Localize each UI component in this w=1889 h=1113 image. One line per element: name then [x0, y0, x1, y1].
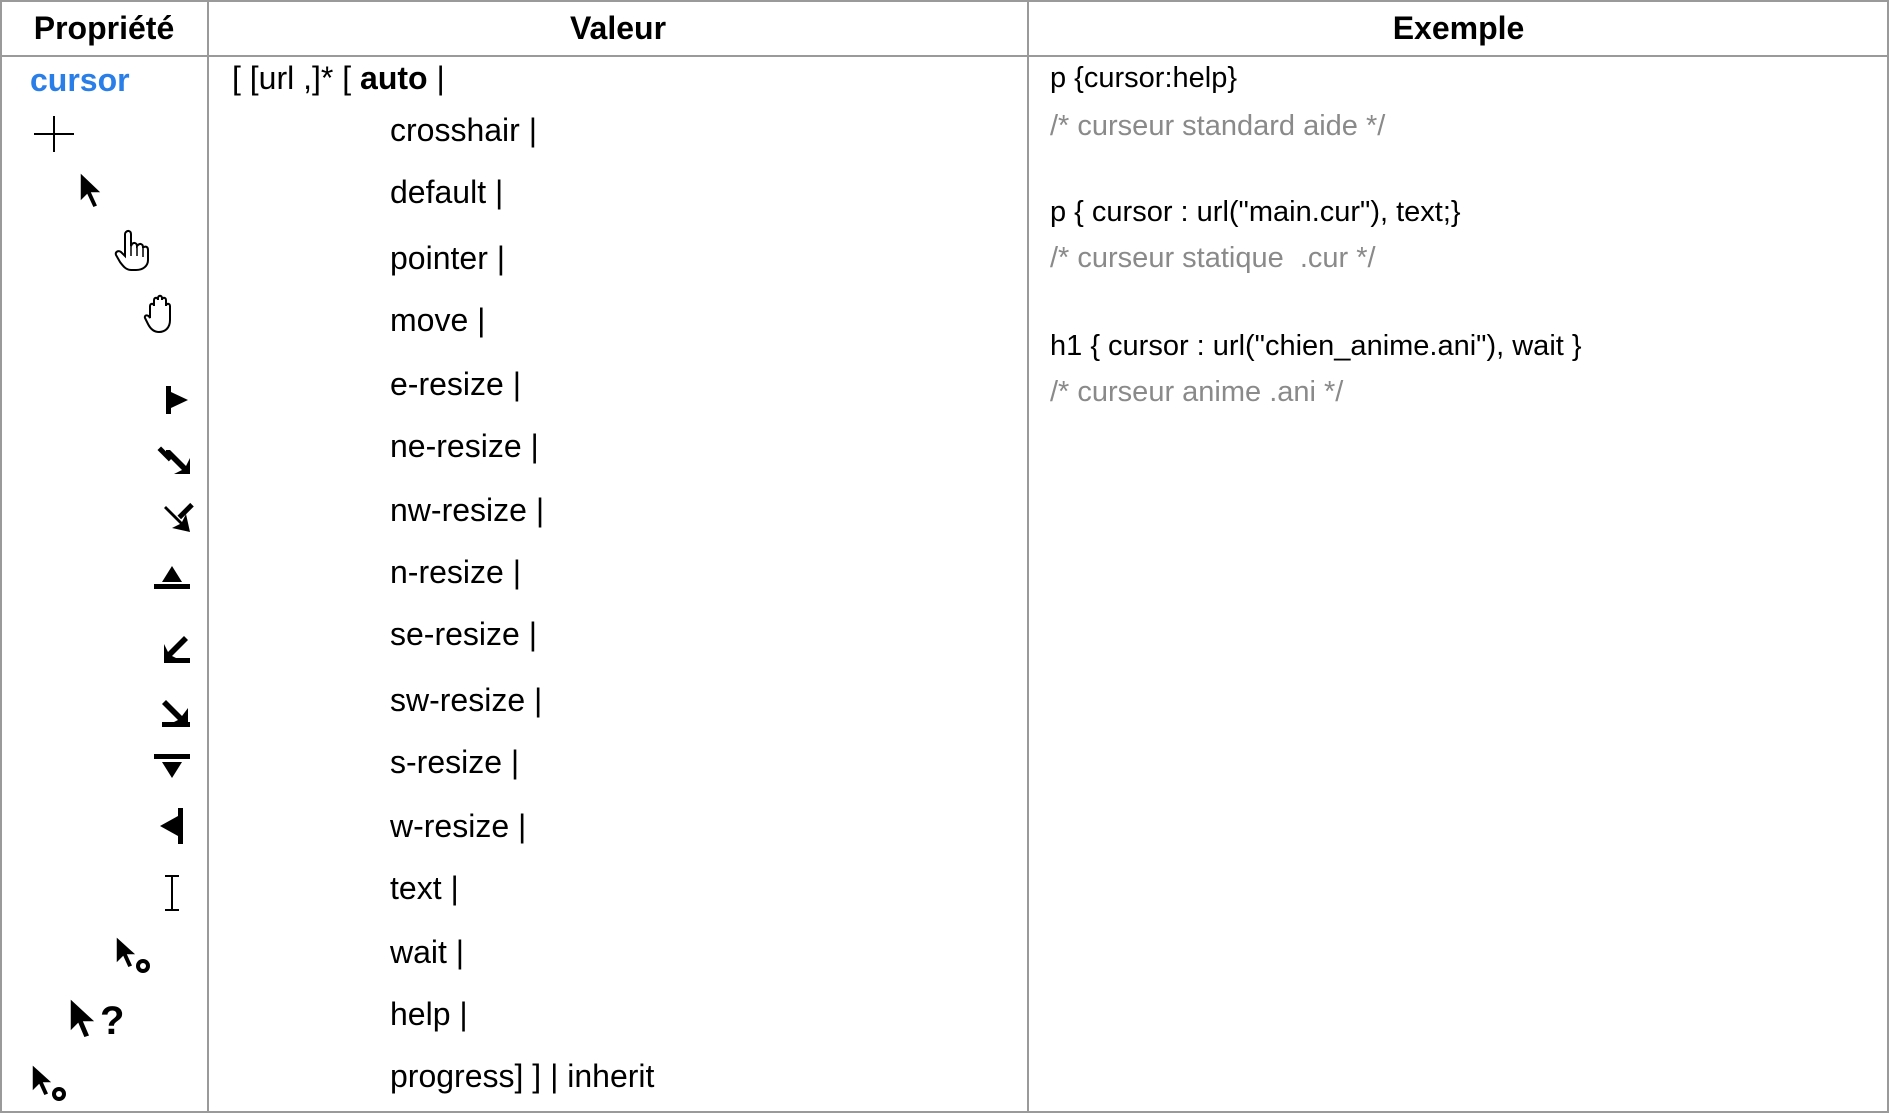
value-item: crosshair | — [390, 112, 538, 148]
value-item: pointer | — [390, 240, 506, 276]
pointer-hand-icon — [110, 228, 154, 272]
example-comment: /* curseur anime .ani */ — [1050, 376, 1344, 408]
value-prefix: [ [url ,]* [ — [232, 60, 361, 96]
value-item: wait | — [390, 934, 465, 970]
n-resize-icon — [150, 556, 194, 600]
se-resize-icon — [154, 626, 198, 670]
example-code: p {cursor:help} — [1050, 62, 1238, 94]
css-property-table: Propriété Valeur Exemple cursor ? [[url… — [0, 0, 1889, 1113]
help-icon: ? — [64, 992, 128, 1048]
example-code: p { cursor : url("main.cur"), text;} — [1050, 196, 1461, 228]
move-hand-icon — [140, 292, 184, 336]
value-item: w-resize | — [390, 808, 527, 844]
wait-icon — [110, 932, 154, 976]
header-property: Propriété — [33, 10, 175, 46]
ne-resize-icon — [156, 440, 200, 484]
svg-text:?: ? — [100, 999, 124, 1043]
example-comment: /* curseur standard aide */ — [1050, 110, 1386, 142]
value-item: text | — [390, 870, 459, 906]
value-item: e-resize | — [390, 366, 522, 402]
value-item: move | — [390, 302, 486, 338]
table-border-top — [0, 0, 1889, 2]
value-item: ne-resize | — [390, 428, 539, 464]
progress-icon — [26, 1060, 70, 1104]
value-item: n-resize | — [390, 554, 522, 590]
table-border-left — [0, 0, 2, 1113]
value-prefix-sep: | — [427, 60, 445, 96]
value-item: sw-resize | — [390, 682, 543, 718]
example-code: h1 { cursor : url("chien_anime.ani"), wa… — [1050, 330, 1582, 362]
header-divider — [0, 55, 1889, 57]
column-divider-2 — [1027, 0, 1029, 1113]
e-resize-icon — [158, 378, 202, 422]
value-item: help | — [390, 996, 468, 1032]
table-header-row: Propriété Valeur Exemple — [0, 0, 1889, 57]
example-comment: /* curseur statique .cur */ — [1050, 242, 1376, 274]
text-ibeam-icon — [150, 870, 194, 914]
value-item: progress] ] | inherit — [390, 1058, 655, 1094]
property-name: cursor — [30, 62, 130, 98]
header-example: Exemple — [1392, 10, 1525, 46]
sw-resize-icon — [154, 690, 198, 734]
value-item: default | — [390, 174, 504, 210]
value-item: s-resize | — [390, 744, 520, 780]
header-value: Valeur — [569, 10, 667, 46]
value-auto: auto — [360, 60, 428, 96]
value-syntax-first-line: [ [url ,]* [ auto | — [232, 60, 445, 97]
s-resize-icon — [150, 744, 194, 788]
value-item: nw-resize | — [390, 492, 545, 528]
nw-resize-icon — [156, 498, 200, 542]
default-arrow-icon — [72, 168, 116, 212]
value-item: se-resize | — [390, 616, 538, 652]
crosshair-icon — [32, 112, 76, 156]
column-divider-1 — [207, 0, 209, 1113]
w-resize-icon — [150, 804, 194, 848]
